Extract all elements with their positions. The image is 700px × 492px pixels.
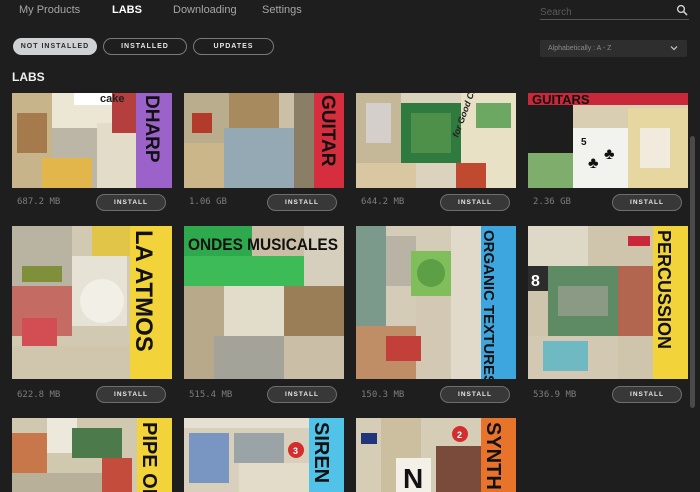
svg-text:♣: ♣	[604, 146, 615, 163]
sort-label: Alphabetically : A - Z	[548, 45, 612, 52]
install-button[interactable]: INSTALL	[96, 386, 166, 403]
art-title: SYNTH	[482, 422, 504, 490]
product-size: 687.2 MB	[17, 197, 61, 207]
sort-dropdown[interactable]: Alphabetically : A - Z	[540, 40, 687, 57]
svg-text:2: 2	[457, 430, 462, 440]
svg-text:8: 8	[531, 273, 540, 290]
art-title: ONDES MUSICALES	[188, 235, 338, 254]
product-artwork[interactable]: GUITARS 5 ♣ ♣	[528, 93, 688, 188]
install-button[interactable]: INSTALL	[612, 386, 682, 403]
art-title: SIREN	[310, 422, 332, 483]
filter-installed[interactable]: INSTALLED	[103, 38, 187, 55]
product-artwork[interactable]: 8 PERCUSSION	[528, 226, 688, 379]
product-size: 1.06 GB	[189, 197, 227, 207]
tab-my-products[interactable]: My Products	[19, 4, 80, 16]
install-button[interactable]: INSTALL	[440, 386, 510, 403]
product-artwork[interactable]: GUITAR	[184, 93, 344, 188]
product-artwork[interactable]: 3 SIREN	[184, 418, 344, 492]
art-title: DHARP	[141, 95, 162, 163]
art-title: GUITAR	[317, 95, 338, 167]
product-size: 2.36 GB	[533, 197, 571, 207]
art-title: PERCUSSION	[654, 230, 674, 349]
svg-text:5: 5	[581, 137, 587, 148]
chevron-down-icon	[670, 46, 678, 51]
install-button[interactable]: INSTALL	[440, 194, 510, 211]
tab-labs[interactable]: LABS	[112, 4, 142, 16]
product-size: 515.4 MB	[189, 390, 233, 400]
tab-downloading[interactable]: Downloading	[173, 4, 237, 16]
art-extra: N	[403, 463, 423, 492]
filter-updates[interactable]: UPDATES	[193, 38, 274, 55]
search-input[interactable]	[540, 4, 670, 21]
product-size: 150.3 MB	[361, 390, 405, 400]
search-box	[540, 2, 689, 21]
product-artwork[interactable]: PIPE OR	[12, 418, 172, 492]
top-nav-bar: My Products LABS Downloading Settings	[0, 0, 700, 24]
product-artwork[interactable]: for Good Chocolate	[356, 93, 516, 188]
product-size: 622.8 MB	[17, 390, 61, 400]
product-artwork[interactable]: cake DHARP	[12, 93, 172, 188]
install-button[interactable]: INSTALL	[267, 194, 337, 211]
filter-not-installed[interactable]: NOT INSTALLED	[13, 38, 97, 55]
art-title: PIPE OR	[138, 422, 160, 492]
art-title: ORGANIC TEXTURES	[480, 230, 497, 379]
product-artwork[interactable]: LA ATMOS	[12, 226, 172, 379]
product-artwork[interactable]: N 2 SYNTH	[356, 418, 516, 492]
svg-text:3: 3	[293, 446, 298, 456]
product-artwork[interactable]: ONDES MUSICALES	[184, 226, 344, 379]
art-title: GUITARS	[532, 93, 590, 107]
product-artwork[interactable]: ORGANIC TEXTURES	[356, 226, 516, 379]
install-button[interactable]: INSTALL	[96, 194, 166, 211]
search-icon[interactable]	[676, 4, 688, 16]
svg-text:♣: ♣	[588, 155, 599, 172]
art-extra: cake	[100, 93, 124, 105]
scrollbar[interactable]	[690, 136, 695, 408]
product-size: 644.2 MB	[361, 197, 405, 207]
section-title: LABS	[12, 70, 45, 84]
product-size: 536.9 MB	[533, 390, 577, 400]
install-button[interactable]: INSTALL	[267, 386, 337, 403]
art-title: LA ATMOS	[130, 230, 157, 352]
tab-settings[interactable]: Settings	[262, 4, 302, 16]
install-button[interactable]: INSTALL	[612, 194, 682, 211]
